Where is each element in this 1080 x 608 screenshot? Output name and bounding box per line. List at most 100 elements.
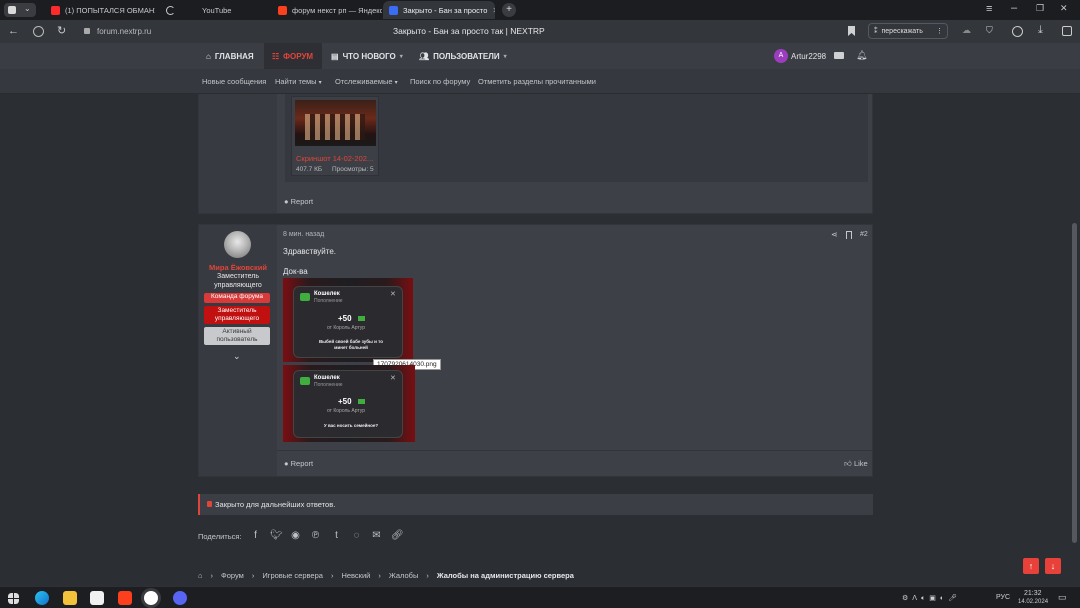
chevron-down-icon: ▾ <box>318 80 322 86</box>
shield-icon[interactable]: ⛉ <box>986 25 993 36</box>
scroll-down-button[interactable]: ↓ <box>1045 558 1061 574</box>
yandex-icon <box>278 5 287 15</box>
discord-icon[interactable] <box>173 591 187 605</box>
tab-nextrp-active[interactable]: Закрыто - Бан за просто ✕ <box>383 1 495 19</box>
youtube-icon <box>51 5 60 15</box>
username-link[interactable]: Artur2298 <box>791 52 826 61</box>
link-icon[interactable]: 🔗︎ <box>391 530 404 541</box>
home-icon: ⌂ <box>206 51 211 61</box>
yandex-browser-taskbar-icon[interactable] <box>144 591 158 605</box>
loading-icon <box>166 5 175 15</box>
new-tab-button[interactable]: + <box>502 3 516 17</box>
inbox-icon[interactable] <box>834 52 844 59</box>
reload-icon[interactable]: ↻ <box>57 24 66 37</box>
thumbs-up-icon: 👍︎ <box>844 459 852 468</box>
url-text[interactable]: forum.nextrp.ru <box>97 27 151 36</box>
close-tab-icon[interactable]: ✕ <box>492 6 495 15</box>
facebook-icon[interactable]: f <box>250 530 261 541</box>
file-explorer-icon[interactable] <box>63 591 77 605</box>
whatsapp-icon[interactable]: ◌ <box>351 530 362 541</box>
bookmark-post-icon[interactable] <box>846 231 852 239</box>
yandex-taskbar-icon[interactable] <box>118 591 132 605</box>
yandex-protect-icon[interactable] <box>33 26 44 37</box>
wallet-sub: Пополнение <box>314 382 343 388</box>
share-post-icon[interactable]: ⋖ <box>831 230 838 239</box>
download-icon[interactable]: ⤓ <box>1038 24 1043 37</box>
subnav-new-posts[interactable]: Новые сообщения <box>202 77 266 86</box>
like-button[interactable]: 👍︎ Like <box>844 459 868 469</box>
breadcrumb-admin-complaints[interactable]: Жалобы на администрацию сервера <box>437 571 574 580</box>
author-name[interactable]: Мира Ёжовский <box>199 263 277 272</box>
wallet-card-1: Кошелек Пополнение ✕ +50 от Король Артур… <box>293 286 403 358</box>
subnav-mark-read[interactable]: Отметить разделы прочитанными <box>478 77 596 86</box>
nav-forum[interactable]: ☷ ФОРУМ <box>264 43 322 69</box>
pinterest-icon[interactable]: ℗ <box>310 530 321 541</box>
more-dots-icon[interactable]: ⋮ <box>936 27 943 35</box>
cloud-icon[interactable]: ☁ <box>962 25 971 36</box>
windows-start-icon[interactable] <box>8 593 19 604</box>
report-link[interactable]: ● Report <box>284 197 313 206</box>
notification-icon[interactable]: ▭ <box>1058 592 1067 603</box>
subnav-find-threads[interactable]: Найти темы ▾ <box>275 77 322 86</box>
wallet-message: Выбей своей бабе зубы и то минет больней <box>318 339 384 350</box>
attachment-thumbnail[interactable] <box>295 100 376 146</box>
tab-youtube-video[interactable]: (1) ПОПЫТАЛСЯ ОБМАНУ <box>45 1 155 19</box>
lock-icon <box>207 501 212 507</box>
post-number[interactable]: #2 <box>860 231 868 238</box>
sidebar-icon[interactable] <box>1062 26 1072 36</box>
attachment-filename[interactable]: Скриншот 14-02-202... <box>296 154 376 163</box>
post-2: Мира Ёжовский Заместитель управляющего К… <box>198 224 873 477</box>
report-icon: ● <box>284 197 289 206</box>
forum-subnav: Новые сообщения Найти темы ▾ Отслеживаем… <box>0 69 1080 94</box>
store-icon[interactable] <box>90 591 104 605</box>
retell-button[interactable]: ⁑ перескажать ⋮ <box>868 23 948 39</box>
tab-youtube[interactable]: YouTube <box>160 1 270 19</box>
close-window-icon[interactable]: ✕ <box>1060 3 1068 14</box>
twitter-icon[interactable]: 🐦︎ <box>270 530 283 541</box>
breadcrumb-servers[interactable]: Игровые сервера <box>262 571 323 580</box>
tumblr-icon[interactable]: t <box>331 530 342 541</box>
badge-active-user: Активный пользователь <box>204 327 270 345</box>
share-label: Поделиться: <box>198 532 242 541</box>
edge-icon[interactable] <box>35 591 49 605</box>
nav-whats-new[interactable]: ▤ ЧТО НОВОГО ▾ <box>331 43 411 69</box>
bookmark-icon[interactable] <box>848 26 855 36</box>
evidence-screenshot-2[interactable]: Кошелек Пополнение ✕ +50 от Король Артур… <box>283 365 415 442</box>
bell-icon[interactable]: 🔔︎ <box>856 50 867 61</box>
subnav-search-forum[interactable]: Поиск по форуму <box>410 77 470 86</box>
nav-users[interactable]: 👥︎ ПОЛЬЗОВАТЕЛИ ▾ <box>419 43 515 69</box>
cash-icon <box>358 316 365 321</box>
attachment-card[interactable]: Скриншот 14-02-202... 407.7 КБ Просмотры… <box>291 96 379 176</box>
subnav-watched[interactable]: Отслеживаемые ▾ <box>335 77 398 86</box>
nav-home[interactable]: ⌂ ГЛАВНАЯ <box>206 43 258 69</box>
page-scrollbar[interactable] <box>1072 223 1077 543</box>
email-icon[interactable]: ✉ <box>371 530 382 541</box>
wallet-from: от Король Артур <box>327 325 365 331</box>
language-indicator[interactable]: РУС <box>996 594 1010 601</box>
expand-chevron-icon[interactable]: ⌄ <box>233 351 241 362</box>
maximize-icon[interactable]: ❐ <box>1036 3 1044 14</box>
tray-icons[interactable]: ⚙︎ᐱ🔈︎▣◐🎤︎ <box>902 594 961 603</box>
breadcrumb-forum[interactable]: Форум <box>221 571 244 580</box>
scroll-up-button[interactable]: ↑ <box>1023 558 1039 574</box>
breadcrumb-nevsky[interactable]: Невский <box>341 571 370 580</box>
breadcrumb-complaints[interactable]: Жалобы <box>389 571 419 580</box>
money-icon <box>300 377 310 385</box>
tabs-menu-icon[interactable]: ≡ <box>986 3 992 15</box>
minimize-icon[interactable]: – <box>1011 2 1017 14</box>
wallet-amount: +50 <box>338 397 352 406</box>
report-link[interactable]: ● Report <box>284 459 313 468</box>
evidence-screenshot-1[interactable]: Кошелек Пополнение ✕ +50 от Король Артур… <box>283 278 413 362</box>
media-play-icon[interactable] <box>1012 26 1023 37</box>
clock-time[interactable]: 21:32 <box>1024 590 1042 597</box>
reddit-icon[interactable]: ◉ <box>290 530 301 541</box>
tab-yandex-search[interactable]: форум некст рп — Яндекс <box>272 1 382 19</box>
home-icon[interactable]: ⌂ <box>198 571 203 580</box>
back-arrow-icon[interactable]: ← <box>8 25 19 37</box>
author-avatar[interactable] <box>224 231 251 258</box>
browser-tab-bar: ⌄ (1) ПОПЫТАЛСЯ ОБМАНУ YouTube форум нек… <box>0 0 1080 20</box>
user-avatar[interactable]: A <box>774 49 788 63</box>
clock-date[interactable]: 14.02.2024 <box>1018 599 1048 605</box>
post-time[interactable]: 8 мин. назад <box>283 231 324 238</box>
money-icon <box>300 293 310 301</box>
